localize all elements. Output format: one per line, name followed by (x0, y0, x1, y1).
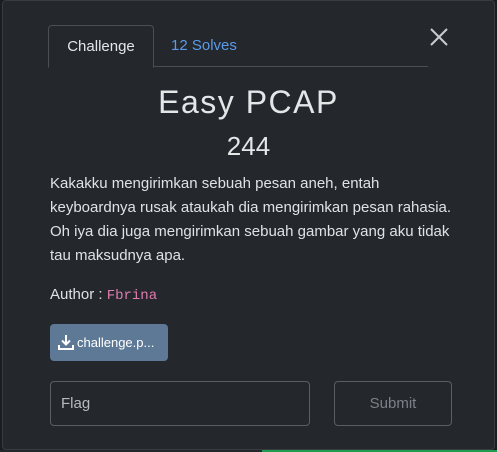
download-file-button[interactable]: challenge.p... (50, 324, 168, 361)
author-name: Fbrina (106, 288, 158, 304)
tab-solves[interactable]: 12 Solves (171, 25, 237, 67)
download-icon (58, 335, 74, 350)
author-label: Author : (50, 286, 107, 303)
close-icon (430, 28, 448, 46)
close-button[interactable] (428, 26, 450, 48)
submit-button[interactable]: Submit (334, 381, 452, 426)
tab-challenge[interactable]: Challenge (48, 25, 154, 68)
challenge-title: Easy PCAP (158, 84, 339, 120)
challenge-points: 244 (226, 131, 271, 161)
tab-bar: Challenge 12 Solves (48, 25, 428, 68)
challenge-description: Kakakku mengirimkan sebuah pesan aneh, e… (50, 175, 452, 264)
flag-input[interactable] (50, 381, 310, 426)
author-line: Author : Fbrina (50, 286, 157, 304)
download-file-label: challenge.p... (77, 335, 155, 350)
